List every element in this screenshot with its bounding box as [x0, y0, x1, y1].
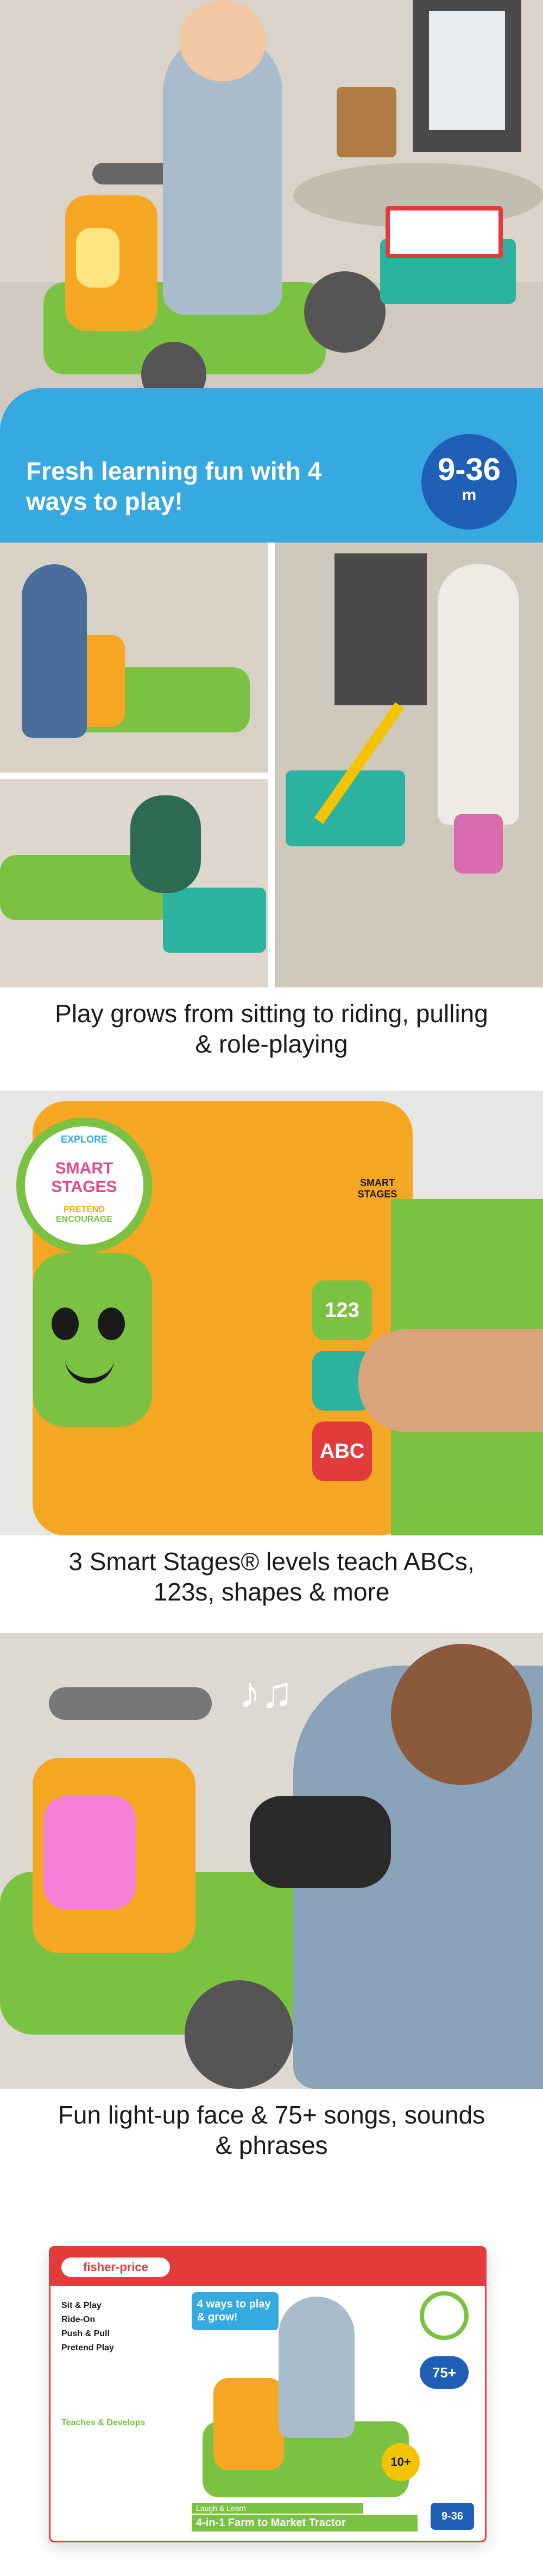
box-step-3: Push & Pull — [61, 2329, 110, 2338]
steering-wheel-graphic — [49, 1687, 212, 1720]
box-age-badge: 9-36 — [431, 2503, 474, 2530]
right-eye-graphic — [98, 1308, 125, 1340]
steering-wheel-graphic — [92, 163, 174, 184]
badge-ring-right: ENCOURAGE — [55, 1215, 112, 1224]
box-tractor-cab-graphic — [213, 2378, 284, 2470]
badge-ring-left: PRETEND — [63, 1205, 105, 1214]
badge-line-1: SMART — [55, 1159, 113, 1177]
box-step-1: Sit & Play — [61, 2301, 102, 2310]
music-notes-icon: ♪♫ — [239, 1668, 293, 1717]
smart-stages-badge: EXPLORE SMART STAGES PRETEND ENCOURAGE — [16, 1118, 152, 1253]
light-up-section: ♪♫ Fun light-up face & 75+ songs, sounds… — [0, 1633, 543, 2176]
box-step-4: Pretend Play — [61, 2343, 114, 2352]
letters-button: ABC — [312, 1421, 372, 1481]
child-graphic — [438, 564, 519, 825]
light-up-photo: ♪♫ — [0, 1633, 543, 2089]
box-brand-logo: fisher-price — [61, 2258, 170, 2277]
badge-ring-top: EXPLORE — [60, 1134, 108, 1145]
box-step-2: Ride-On — [61, 2315, 96, 2324]
age-range-badge: 9-36 m — [421, 434, 517, 530]
box-subtitle: Laugh & Learn — [192, 2503, 363, 2514]
face-screen-graphic — [33, 1253, 152, 1427]
smart-stages-section: EXPLORE SMART STAGES PRETEND ENCOURAGE S… — [0, 1091, 543, 1633]
basket-graphic — [337, 87, 396, 157]
box-smart-stages-badge — [420, 2291, 469, 2340]
play-modes-caption: Play grows from sitting to riding, pulli… — [55, 999, 488, 1058]
box-pieces-badge: 10+ — [382, 2443, 420, 2481]
box-songs-badge: 75+ — [420, 2356, 469, 2389]
tractor-wheel-graphic — [304, 271, 386, 353]
smart-stages-caption: 3 Smart Stages® levels teach ABCs, 123s,… — [68, 1547, 475, 1606]
smart-stages-photo: EXPLORE SMART STAGES PRETEND ENCOURAGE S… — [0, 1091, 543, 1535]
child-graphic — [130, 795, 201, 893]
console-label-line-2: STAGES — [357, 1189, 397, 1200]
door-graphic — [334, 553, 427, 705]
age-range-value: 9-36 — [437, 452, 501, 487]
product-box: fisher-price 4 ways to play & grow! Sit … — [49, 2246, 487, 2542]
child-graphic — [22, 564, 87, 738]
door-window-graphic — [429, 11, 505, 130]
product-image-gallery: Fresh learning fun with 4 ways to play! … — [0, 0, 543, 2576]
light-up-face-graphic — [43, 1796, 136, 1910]
hero-section: Fresh learning fun with 4 ways to play! … — [0, 0, 543, 543]
numbers-button: 123 — [312, 1280, 372, 1340]
sit-and-play-photo — [0, 543, 268, 773]
box-tagline: 4 ways to play & grow! — [192, 2292, 279, 2330]
tractor-wheel-graphic — [185, 1980, 293, 2089]
child-shirt-graphic — [250, 1796, 391, 1888]
console-label: SMART STAGES — [353, 1177, 402, 1200]
product-box-section: fisher-price 4 ways to play & grow! Sit … — [0, 2176, 543, 2576]
console-label-line-1: SMART — [360, 1177, 395, 1188]
child-head-graphic — [179, 0, 266, 81]
box-develop-title: Teaches & Develops — [61, 2418, 146, 2427]
wagon-stand-graphic — [386, 206, 503, 258]
ride-on-photo — [0, 779, 268, 987]
left-eye-graphic — [52, 1308, 79, 1340]
box-steps-list: Sit & Play Ride-On Push & Pull Pretend P… — [61, 2297, 181, 2428]
child-head-graphic — [391, 1644, 532, 1785]
badge-line-2: STAGES — [51, 1178, 117, 1196]
age-range-unit: m — [462, 486, 477, 504]
light-up-caption: Fun light-up face & 75+ songs, sounds & … — [58, 2101, 485, 2159]
hero-headline: Fresh learning fun with 4 ways to play! — [26, 457, 322, 515]
play-modes-section: Play grows from sitting to riding, pulli… — [0, 543, 543, 1091]
push-and-pull-photo — [275, 543, 543, 987]
child-hand-graphic — [358, 1329, 543, 1432]
tractor-face-graphic — [76, 228, 119, 288]
box-child-graphic — [279, 2297, 355, 2438]
box-product-name: 4-in-1 Farm to Market Tractor — [192, 2515, 418, 2532]
wagon-graphic — [163, 888, 266, 953]
child-leg-graphic — [454, 814, 503, 873]
